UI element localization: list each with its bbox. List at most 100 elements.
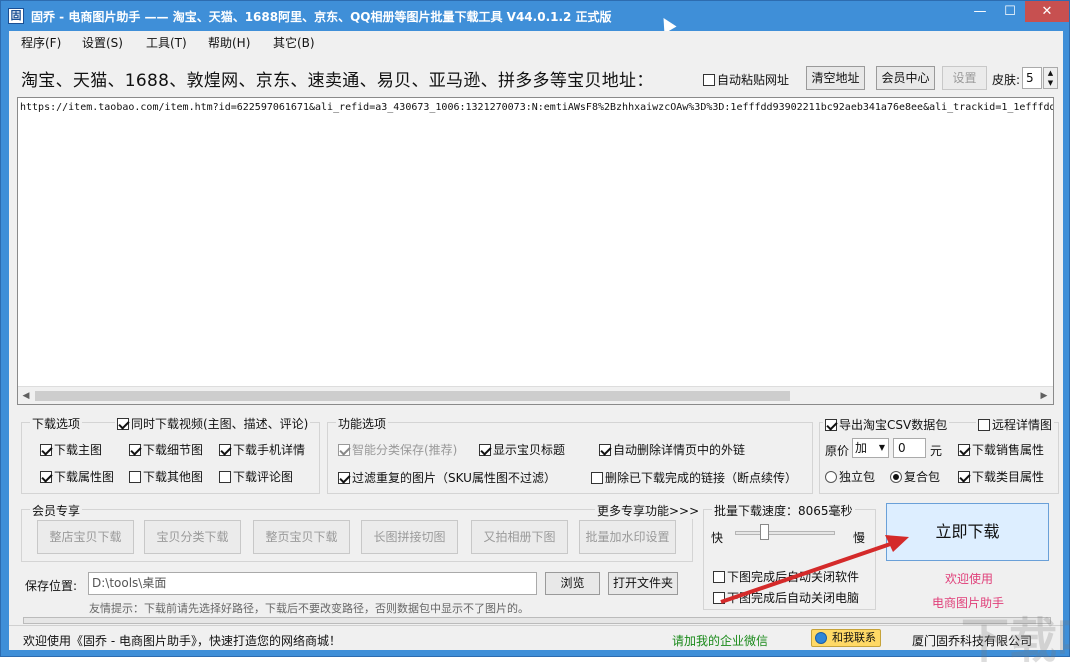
delete-done-label: 删除已下载完成的链接（断点续传） <box>605 471 798 485</box>
menu-tools[interactable]: 工具(T) <box>146 34 187 51</box>
more-vip-link[interactable]: 更多专享功能>>> <box>595 502 702 519</box>
wechat-link[interactable]: 请加我的企业微信 <box>672 632 768 649</box>
category-attr-checkbox[interactable]: 下载类目属性 <box>958 468 1044 485</box>
export-csv-checkbox[interactable]: 导出淘宝CSV数据包 <box>823 416 950 433</box>
download-video-checkbox[interactable]: 同时下载视频(主图、描述、评论) <box>115 415 311 432</box>
filter-dup-checkbox[interactable]: 过滤重复的图片（SKU属性图不过滤） <box>338 469 556 486</box>
radio-circle <box>890 470 902 483</box>
minimize-button[interactable]: — <box>965 1 995 22</box>
chevron-down-icon: ▼ <box>878 443 885 452</box>
checkbox-box <box>591 471 603 484</box>
download-main-img-checkbox[interactable]: 下载主图 <box>40 441 102 458</box>
download-review-img-checkbox[interactable]: 下载评论图 <box>219 468 293 485</box>
checkbox-box <box>338 443 350 456</box>
menu-help[interactable]: 帮助(H) <box>208 34 250 51</box>
app-window: 固 固乔 - 电商图片助手 —— 淘宝、天猫、1688阿里、京东、QQ相册等图片… <box>0 0 1070 669</box>
speed-slider-track[interactable] <box>735 531 835 535</box>
scroll-left-icon[interactable]: ◀ <box>18 388 34 404</box>
download-video-label: 同时下载视频(主图、描述、评论) <box>131 417 309 431</box>
download-other-img-checkbox[interactable]: 下载其他图 <box>129 468 203 485</box>
download-mobile-detail-checkbox[interactable]: 下载手机详情 <box>219 441 305 458</box>
single-pack-radio[interactable]: 独立包 <box>825 468 875 485</box>
remove-links-checkbox[interactable]: 自动删除详情页中的外链 <box>599 441 745 458</box>
menu-bar: 程序(F) 设置(S) 工具(T) 帮助(H) 其它(B) <box>9 31 1063 53</box>
download-main-img-label: 下载主图 <box>54 443 103 457</box>
radio-circle <box>825 470 837 483</box>
download-attr-img-checkbox[interactable]: 下载属性图 <box>40 468 114 485</box>
download-progress-bar <box>23 617 1051 624</box>
scroll-right-icon[interactable]: ▶ <box>1036 388 1052 404</box>
combined-pack-radio[interactable]: 复合包 <box>890 468 940 485</box>
speed-title: 批量下载速度：8065毫秒 <box>712 502 855 519</box>
long-image-button[interactable]: 长图拼接切图 <box>361 520 458 554</box>
menu-other[interactable]: 其它(B) <box>273 34 315 51</box>
checkbox-box <box>129 443 141 456</box>
shop-download-button[interactable]: 整店宝贝下载 <box>37 520 134 554</box>
checkbox-box <box>713 591 725 604</box>
vip-center-button[interactable]: 会员中心 <box>876 66 935 90</box>
checkbox-box <box>129 470 141 483</box>
status-bar: 欢迎使用《固乔 - 电商图片助手》，快速打造您的网络商城！ 请加我的企业微信 和… <box>9 625 1063 650</box>
category-download-button[interactable]: 宝贝分类下载 <box>144 520 241 554</box>
speed-fast-label: 快 <box>711 531 724 545</box>
scrollbar-thumb[interactable] <box>35 391 790 401</box>
filter-dup-label: 过滤重复的图片（SKU属性图不过滤） <box>352 471 556 485</box>
main-panel: 程序(F) 设置(S) 工具(T) 帮助(H) 其它(B) 淘宝、天猫、1688… <box>9 31 1063 650</box>
skin-spinner-input[interactable]: 5 <box>1022 67 1042 89</box>
download-other-img-label: 下载其他图 <box>143 470 204 484</box>
close-button[interactable]: ✕ <box>1025 1 1069 22</box>
price-value-input[interactable]: 0 <box>893 438 926 458</box>
start-download-button[interactable]: 立即下载 <box>886 503 1049 561</box>
youpai-album-button[interactable]: 又拍相册下图 <box>471 520 568 554</box>
checkbox-box <box>703 73 715 86</box>
smart-category-checkbox[interactable]: 智能分类保存(推荐) <box>338 441 457 458</box>
open-folder-button[interactable]: 打开文件夹 <box>608 572 678 595</box>
speed-slider-thumb[interactable] <box>760 524 769 540</box>
download-attr-img-label: 下载属性图 <box>54 470 115 484</box>
remote-detail-label: 远程详情图 <box>992 418 1053 432</box>
auto-paste-checkbox[interactable]: 自动粘贴网址 <box>703 71 789 88</box>
title-bar[interactable]: 固 固乔 - 电商图片助手 —— 淘宝、天猫、1688阿里、京东、QQ相册等图片… <box>1 1 1069 34</box>
export-csv-label: 导出淘宝CSV数据包 <box>839 418 948 432</box>
settings-button[interactable]: 设置 <box>942 66 987 90</box>
smart-category-label: 智能分类保存(推荐) <box>352 443 458 457</box>
checkbox-box <box>978 418 990 431</box>
status-welcome: 欢迎使用《固乔 - 电商图片助手》，快速打造您的网络商城！ <box>23 634 341 648</box>
auto-shutdown-checkbox[interactable]: 下图完成后自动关闭电脑 <box>713 589 859 606</box>
auto-close-app-checkbox[interactable]: 下图完成后自动关闭软件 <box>713 568 859 585</box>
remote-detail-checkbox[interactable]: 远程详情图 <box>976 416 1055 433</box>
download-detail-img-label: 下载细节图 <box>143 443 204 457</box>
checkbox-box <box>40 443 52 456</box>
show-title-checkbox[interactable]: 显示宝贝标题 <box>479 441 565 458</box>
watermark-button[interactable]: 批量加水印设置 <box>579 520 676 554</box>
checkbox-box <box>117 417 129 430</box>
checkbox-box <box>219 470 231 483</box>
page-download-button[interactable]: 整页宝贝下载 <box>253 520 350 554</box>
auto-paste-label: 自动粘贴网址 <box>717 73 790 87</box>
url-content: https://item.taobao.com/item.htm?id=6225… <box>20 102 1054 113</box>
price-unit: 元 <box>930 444 943 458</box>
menu-settings[interactable]: 设置(S) <box>82 34 123 51</box>
save-path-input[interactable]: D:\tools\桌面 <box>88 572 537 595</box>
url-label: 淘宝、天猫、1688、敦煌网、京东、速卖通、易贝、亚马逊、拼多多等宝贝地址： <box>21 71 654 91</box>
skin-label: 皮肤: <box>992 73 1021 87</box>
skin-spinner-arrows[interactable]: ▲ ▼ <box>1043 67 1058 89</box>
menu-program[interactable]: 程序(F) <box>21 34 61 51</box>
checkbox-box <box>219 443 231 456</box>
browse-button[interactable]: 浏览 <box>545 572 600 595</box>
price-op-select[interactable]: 加 ▼ <box>852 438 889 458</box>
delete-done-checkbox[interactable]: 删除已下载完成的链接（断点续传） <box>591 469 797 486</box>
maximize-button[interactable]: ☐ <box>995 1 1025 22</box>
checkbox-box <box>40 470 52 483</box>
url-textarea[interactable]: https://item.taobao.com/item.htm?id=6225… <box>17 97 1054 405</box>
checkbox-box <box>958 470 970 483</box>
download-review-img-label: 下载评论图 <box>233 470 294 484</box>
sales-attr-checkbox[interactable]: 下载销售属性 <box>958 441 1044 458</box>
auto-close-app-label: 下图完成后自动关闭软件 <box>727 570 860 584</box>
download-detail-img-checkbox[interactable]: 下载细节图 <box>129 441 203 458</box>
watermark-logo: 下载吧 <box>961 613 1070 669</box>
clear-url-button[interactable]: 清空地址 <box>806 66 865 90</box>
horizontal-scrollbar[interactable]: ◀ ▶ <box>18 386 1053 404</box>
price-label: 原价 <box>825 444 850 458</box>
contact-button[interactable]: 和我联系 <box>811 629 881 647</box>
